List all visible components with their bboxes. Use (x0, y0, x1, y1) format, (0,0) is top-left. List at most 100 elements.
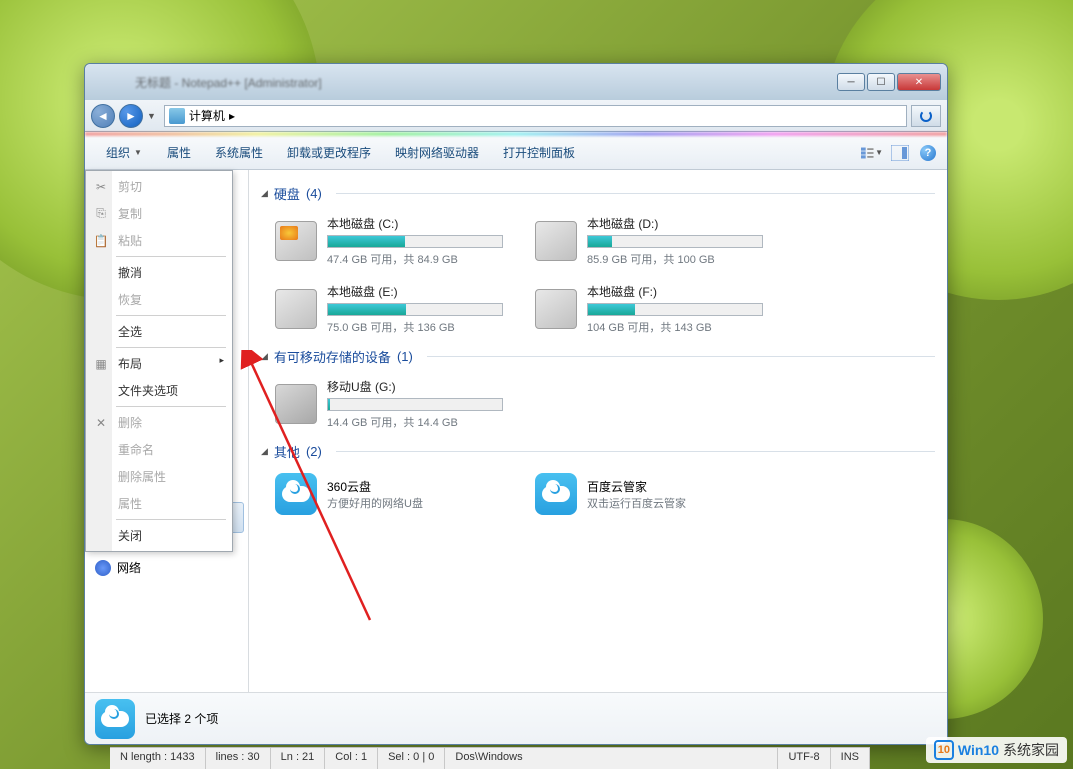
maximize-button[interactable]: ☐ (867, 73, 895, 91)
external-statusbar: N length : 1433 lines : 30 Ln : 21 Col :… (110, 747, 870, 769)
drive-icon (275, 221, 317, 261)
view-options-button[interactable]: ▼ (861, 142, 883, 164)
history-dropdown[interactable]: ▼ (147, 111, 156, 121)
help-button[interactable]: ? (917, 142, 939, 164)
other-info: 360云盘 方便好用的网络U盘 (327, 478, 423, 511)
drive-icon (275, 289, 317, 329)
sidebar-label: 网络 (117, 559, 141, 576)
other-name: 百度云管家 (587, 478, 686, 495)
back-button[interactable]: ◄ (91, 104, 115, 128)
ext-col: Col : 1 (325, 748, 378, 769)
drive-icon (275, 384, 317, 424)
drive-stats: 75.0 GB 可用，共 136 GB (327, 319, 503, 335)
scissors-icon: ✂ (93, 179, 109, 195)
drive-item[interactable]: 本地磁盘 (D:) 85.9 GB 可用，共 100 GB (529, 209, 769, 273)
collapse-icon: ◢ (261, 351, 268, 362)
group-count: (2) (306, 444, 322, 459)
sidebar-network[interactable]: 网络 (85, 553, 248, 582)
drive-item[interactable]: 本地磁盘 (C:) 47.4 GB 可用，共 84.9 GB (269, 209, 509, 273)
menu-layout[interactable]: ▦布局▸ (88, 350, 230, 377)
chevron-right-icon: ▸ (219, 355, 224, 366)
group-label: 其他 (274, 442, 300, 461)
group-other[interactable]: ◢ 其他 (2) (261, 436, 935, 467)
other-name: 360云盘 (327, 478, 423, 495)
other-grid: 360云盘 方便好用的网络U盘 百度云管家 双击运行百度云管家 (261, 467, 935, 521)
watermark-text1: Win10 (958, 742, 999, 758)
delete-icon: ✕ (93, 415, 109, 431)
layout-icon: ▦ (93, 356, 109, 372)
close-button[interactable]: ✕ (897, 73, 941, 91)
ext-enc: UTF-8 (778, 748, 830, 769)
minimize-button[interactable]: ─ (837, 73, 865, 91)
path-root[interactable]: 计算机 (189, 107, 225, 124)
computer-icon (169, 108, 185, 124)
menu-close[interactable]: 关闭 (88, 522, 230, 549)
menu-copy: ⎘复制 (88, 200, 230, 227)
status-icon (95, 699, 135, 739)
menu-properties: 属性 (88, 490, 230, 517)
ext-sel: Sel : 0 | 0 (378, 748, 445, 769)
removable-grid: 移动U盘 (G:) 14.4 GB 可用，共 14.4 GB (261, 372, 935, 436)
drive-usage-bar (327, 303, 503, 316)
drive-item[interactable]: 本地磁盘 (E:) 75.0 GB 可用，共 136 GB (269, 277, 509, 341)
drive-name: 本地磁盘 (C:) (327, 215, 503, 232)
map-network-drive-button[interactable]: 映射网络驱动器 (383, 140, 491, 165)
window-title: 无标题 - Notepad++ [Administrator] (135, 74, 322, 91)
menu-folder-options[interactable]: 文件夹选项 (88, 377, 230, 404)
cloud-icon (535, 473, 577, 515)
forward-button[interactable]: ► (119, 104, 143, 128)
menu-remove-props: 删除属性 (88, 463, 230, 490)
other-sub: 双击运行百度云管家 (587, 495, 686, 511)
drive-info: 移动U盘 (G:) 14.4 GB 可用，共 14.4 GB (327, 378, 503, 430)
titlebar: 无标题 - Notepad++ [Administrator] ─ ☐ ✕ (85, 64, 947, 100)
menu-undo[interactable]: 撤消 (88, 259, 230, 286)
drive-stats: 47.4 GB 可用，共 84.9 GB (327, 251, 503, 267)
toolbar: 组织▼ 属性 系统属性 卸载或更改程序 映射网络驱动器 打开控制面板 ▼ ? (85, 136, 947, 170)
watermark-text2: 系统家园 (1003, 740, 1059, 760)
path-sep: ▸ (229, 109, 235, 123)
group-hard-drives[interactable]: ◢ 硬盘 (4) (261, 178, 935, 209)
refresh-icon (920, 110, 932, 122)
other-item[interactable]: 百度云管家 双击运行百度云管家 (529, 467, 769, 521)
address-bar[interactable]: 计算机 ▸ (164, 105, 907, 127)
organize-dropdown-menu: ✂剪切 ⎘复制 📋粘贴 撤消 恢复 全选 ▦布局▸ 文件夹选项 ✕删除 重命名 … (85, 170, 233, 552)
group-count: (1) (397, 349, 413, 364)
refresh-button[interactable] (911, 105, 941, 127)
menu-select-all[interactable]: 全选 (88, 318, 230, 345)
drive-name: 本地磁盘 (F:) (587, 283, 763, 300)
drive-usage-bar (587, 235, 763, 248)
status-text: 已选择 2 个项 (145, 710, 218, 727)
other-sub: 方便好用的网络U盘 (327, 495, 423, 511)
drive-name: 移动U盘 (G:) (327, 378, 503, 395)
other-info: 百度云管家 双击运行百度云管家 (587, 478, 686, 511)
drive-usage-bar (327, 235, 503, 248)
other-item[interactable]: 360云盘 方便好用的网络U盘 (269, 467, 509, 521)
main-pane: ◢ 硬盘 (4) 本地磁盘 (C:) 47.4 GB 可用，共 84.9 GB … (249, 170, 947, 692)
drive-item[interactable]: 移动U盘 (G:) 14.4 GB 可用，共 14.4 GB (269, 372, 509, 436)
ext-ins: INS (831, 748, 870, 769)
drive-info: 本地磁盘 (D:) 85.9 GB 可用，共 100 GB (587, 215, 763, 267)
content-area: ✂剪切 ⎘复制 📋粘贴 撤消 恢复 全选 ▦布局▸ 文件夹选项 ✕删除 重命名 … (85, 170, 947, 692)
watermark: 10 Win10系统家园 (926, 737, 1067, 763)
uninstall-button[interactable]: 卸载或更改程序 (275, 140, 383, 165)
drive-stats: 14.4 GB 可用，共 14.4 GB (327, 414, 503, 430)
decorative-strip (85, 132, 947, 136)
help-icon: ? (920, 145, 936, 161)
preview-pane-button[interactable] (889, 142, 911, 164)
menu-rename: 重命名 (88, 436, 230, 463)
organize-menu-button[interactable]: 组织▼ (93, 139, 155, 166)
group-removable[interactable]: ◢ 有可移动存储的设备 (1) (261, 341, 935, 372)
properties-button[interactable]: 属性 (155, 140, 203, 165)
control-panel-button[interactable]: 打开控制面板 (491, 140, 587, 165)
clipboard-icon: 📋 (93, 233, 109, 249)
ext-os: Dos\Windows (445, 748, 778, 769)
group-count: (4) (306, 186, 322, 201)
collapse-icon: ◢ (261, 446, 268, 457)
drive-item[interactable]: 本地磁盘 (F:) 104 GB 可用，共 143 GB (529, 277, 769, 341)
menu-delete: ✕删除 (88, 409, 230, 436)
menu-redo: 恢复 (88, 286, 230, 313)
ext-ln: Ln : 21 (271, 748, 326, 769)
system-properties-button[interactable]: 系统属性 (203, 140, 275, 165)
drive-stats: 85.9 GB 可用，共 100 GB (587, 251, 763, 267)
watermark-icon: 10 (934, 740, 954, 760)
